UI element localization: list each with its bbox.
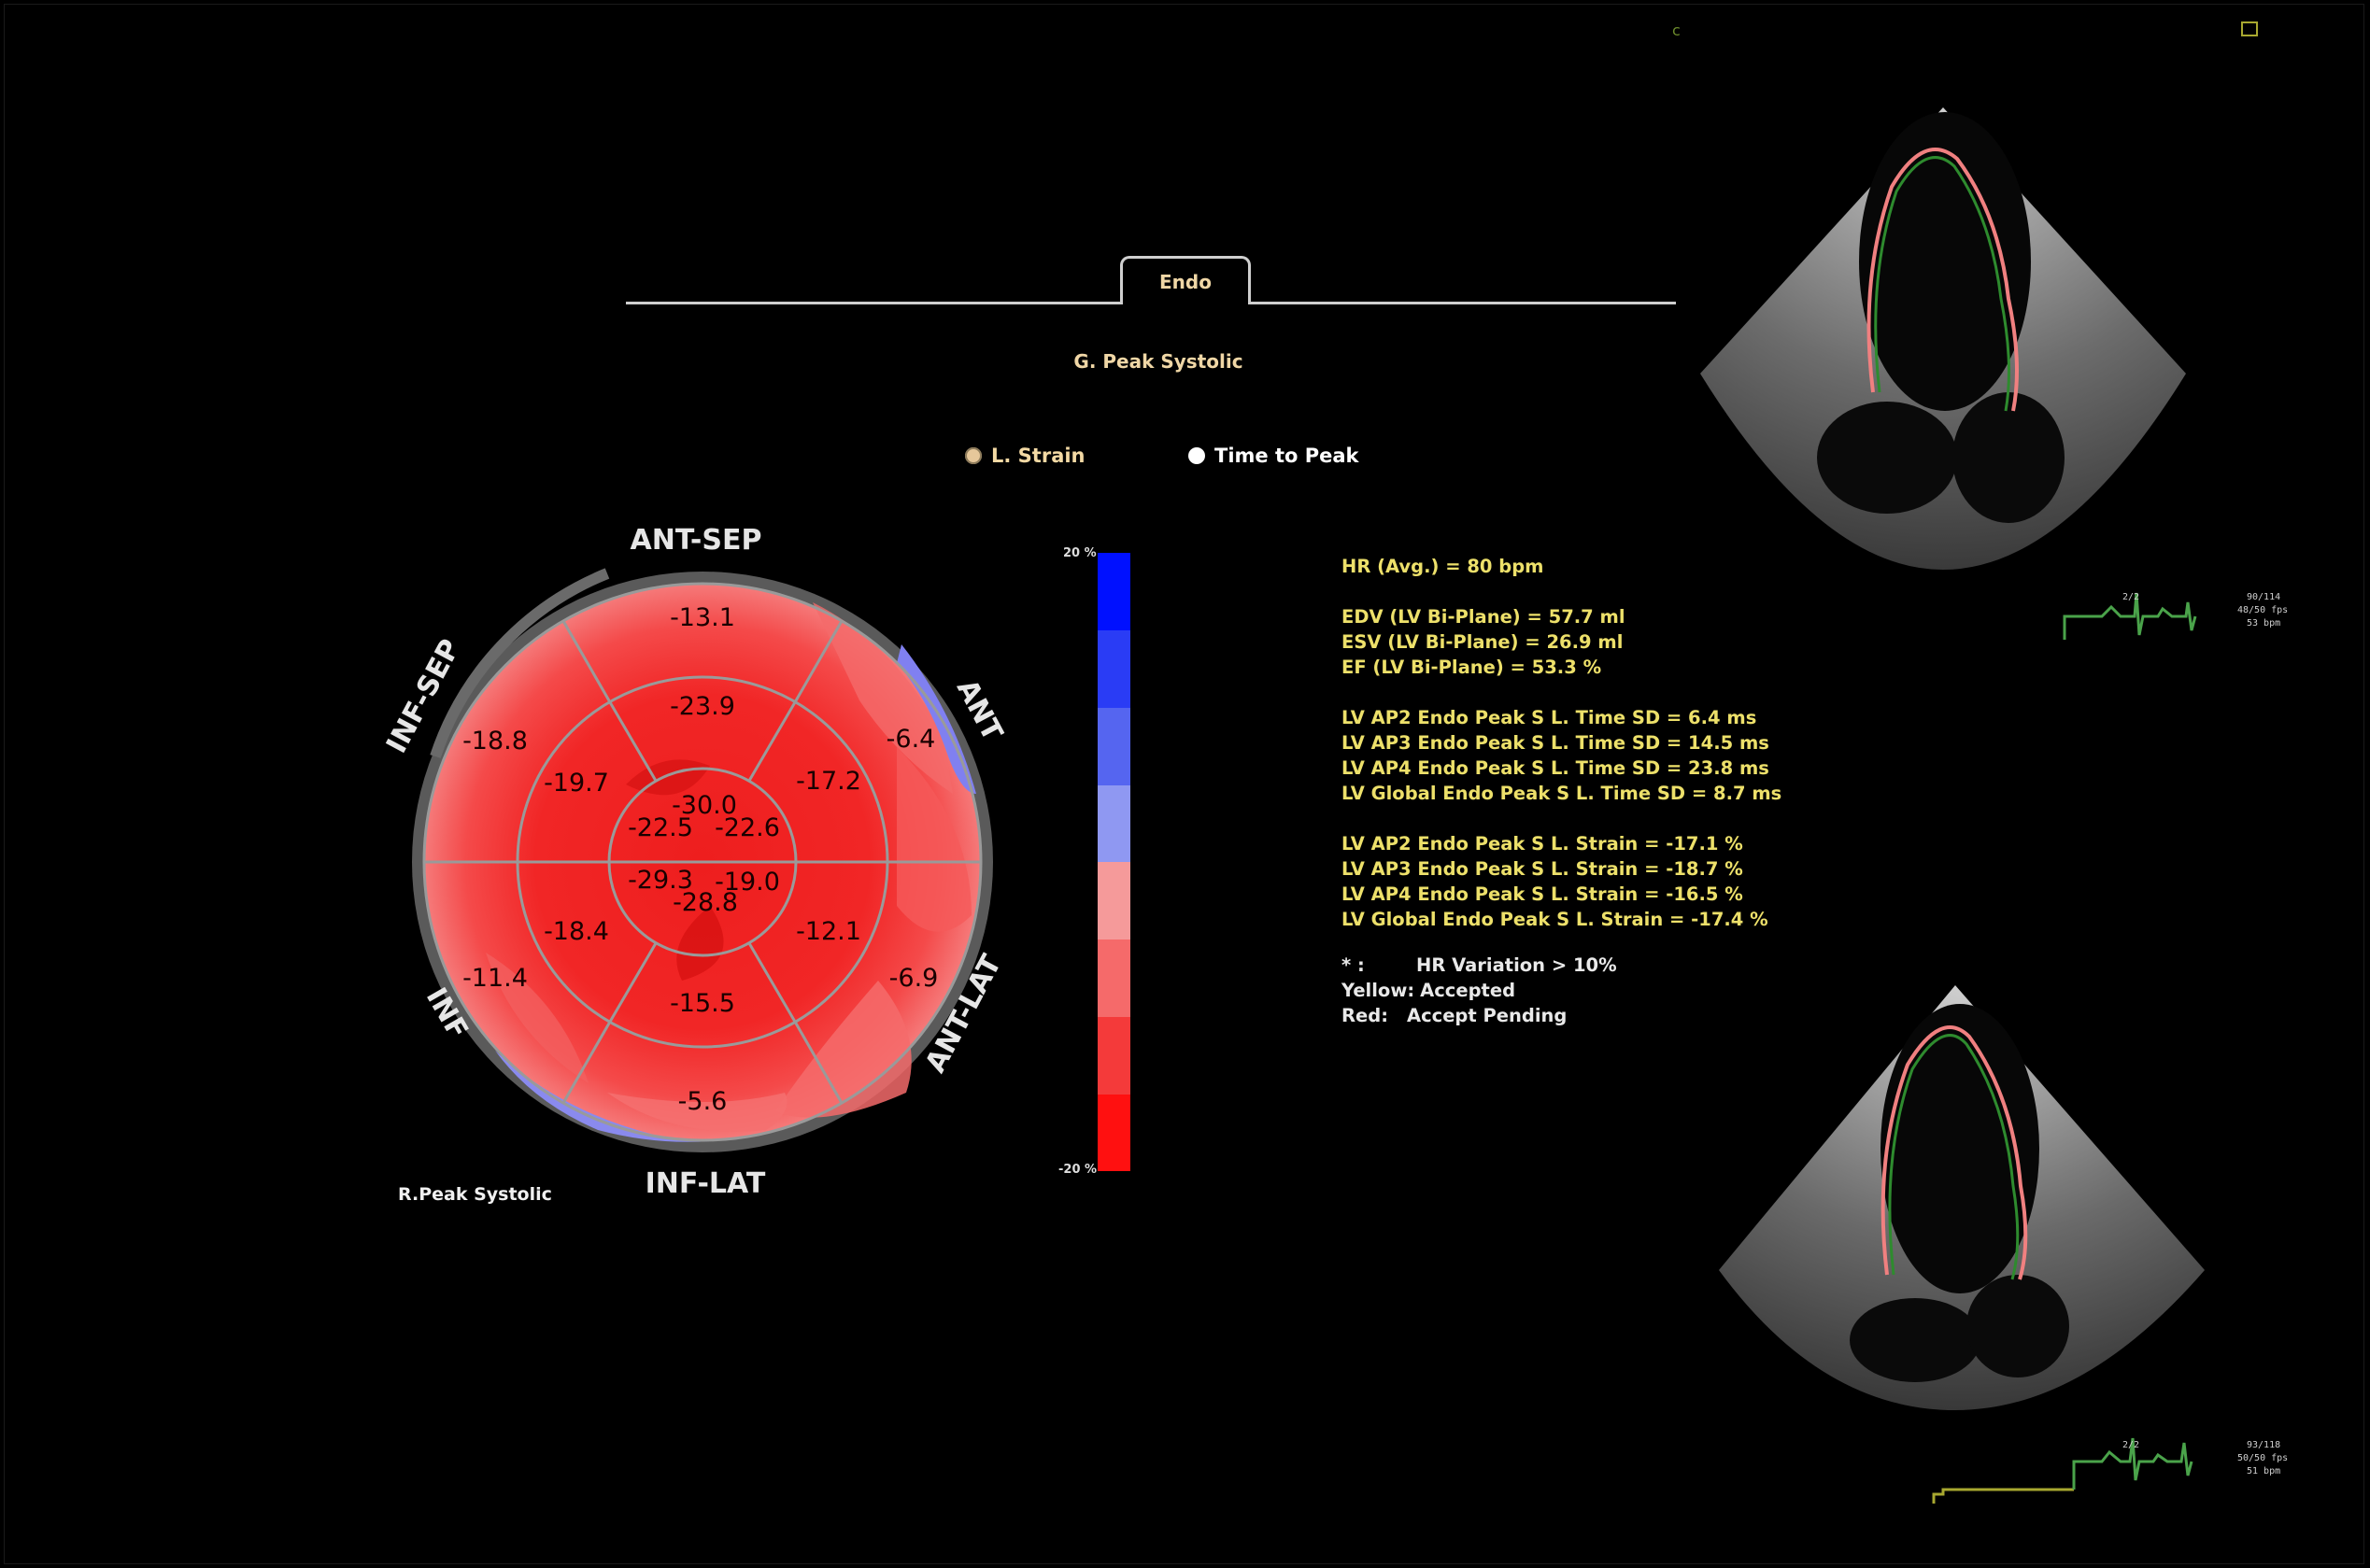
svg-text:c: c: [1672, 21, 1681, 39]
legend-row: Yellow: Accepted: [1341, 980, 1516, 1001]
regional-peak-systolic-caption: R.Peak Systolic: [398, 1184, 552, 1205]
time-sd-line: LV Global Endo Peak S L. Time SD = 8.7 m…: [1341, 783, 1782, 804]
scale-max-label: 20 %: [1063, 546, 1097, 560]
wall-label-ant-sep: ANT-SEP: [631, 524, 762, 557]
segment-value-basal-ant: -6.4: [887, 725, 936, 754]
segment-value-apex-sep-inf: -29.3: [628, 866, 693, 895]
radio-selected-icon: [965, 447, 982, 464]
svg-text:93/118: 93/118: [2247, 1440, 2280, 1450]
segment-value-mid-ant: -17.2: [796, 767, 861, 796]
status-legend: * : HR Variation > 10% Yellow: Accepted …: [1341, 953, 1617, 1028]
svg-text:90/114: 90/114: [2247, 592, 2280, 602]
bullseye-plot: ANT-SEP ANT ANT-LAT INF-LAT INF INF-SEP …: [380, 524, 1009, 1200]
segment-value-basal-ant-lat: -6.9: [889, 964, 939, 993]
strain-color-scale: [1098, 553, 1130, 1171]
radio-time-to-peak[interactable]: Time to Peak: [1188, 445, 1359, 467]
radio-longitudinal-strain[interactable]: L. Strain: [965, 445, 1086, 467]
time-sd-line: LV AP3 Endo Peak S L. Time SD = 14.5 ms: [1341, 732, 1769, 754]
tab-divider-right: [1249, 302, 1676, 304]
segment-value-mid-ant-sep: -23.9: [670, 692, 735, 721]
radio-unselected-icon: [1188, 447, 1205, 464]
wall-label-inf-lat: INF-LAT: [646, 1167, 766, 1200]
legend-row: * : HR Variation > 10%: [1341, 954, 1617, 976]
legend-row: Red: Accept Pending: [1341, 1005, 1568, 1026]
segment-value-apex-sep: -22.5: [628, 813, 693, 842]
svg-text:53 bpm: 53 bpm: [2247, 618, 2280, 629]
segment-value-basal-inf-sep: -18.8: [462, 727, 528, 756]
radio-label: Time to Peak: [1214, 445, 1359, 467]
volume-line: EF (LV Bi-Plane) = 53.3 %: [1341, 657, 1602, 678]
segment-value-apex-lat: -22.6: [715, 813, 780, 842]
strain-line: LV Global Endo Peak S L. Strain = -17.4 …: [1341, 909, 1768, 930]
echo-image-bottom[interactable]: 2/2 93/118 50/50 fps 51 bpm: [1663, 971, 2317, 1532]
svg-text:50/50 fps: 50/50 fps: [2237, 1453, 2288, 1463]
svg-text:51 bpm: 51 bpm: [2247, 1466, 2280, 1476]
segment-value-mid-inf-sep: -19.7: [544, 769, 609, 798]
segment-value-basal-inf-lat: -5.6: [678, 1087, 728, 1116]
svg-text:48/50 fps: 48/50 fps: [2237, 605, 2288, 615]
segment-value-basal-ant-sep: -13.1: [670, 603, 735, 632]
strain-line: LV AP3 Endo Peak S L. Strain = -18.7 %: [1341, 858, 1743, 880]
echo-frame-counter: 2/2: [2122, 1440, 2139, 1450]
segment-value-mid-inf-lat: -15.5: [670, 989, 735, 1018]
time-sd-line: LV AP4 Endo Peak S L. Time SD = 23.8 ms: [1341, 757, 1769, 779]
tab-divider-left: [626, 302, 1122, 304]
segment-value-mid-ant-lat: -12.1: [796, 917, 861, 946]
strain-line: LV AP4 Endo Peak S L. Strain = -16.5 %: [1341, 883, 1743, 905]
strain-line: LV AP2 Endo Peak S L. Strain = -17.1 %: [1341, 833, 1743, 855]
echo-frame-counter: 2/2: [2122, 592, 2139, 602]
radio-label: L. Strain: [991, 445, 1086, 467]
echo-image-top[interactable]: c 2/2 90/114 48/50 fps 53 bpm: [1663, 19, 2317, 654]
segment-value-basal-inf: -11.4: [462, 964, 528, 993]
scale-min-label: -20 %: [1058, 1163, 1098, 1177]
tab-endo[interactable]: Endo: [1120, 256, 1251, 304]
time-sd-line: LV AP2 Endo Peak S L. Time SD = 6.4 ms: [1341, 707, 1757, 728]
global-peak-systolic-title: G. Peak Systolic: [1073, 350, 1243, 373]
segment-value-mid-inf: -18.4: [544, 917, 609, 946]
